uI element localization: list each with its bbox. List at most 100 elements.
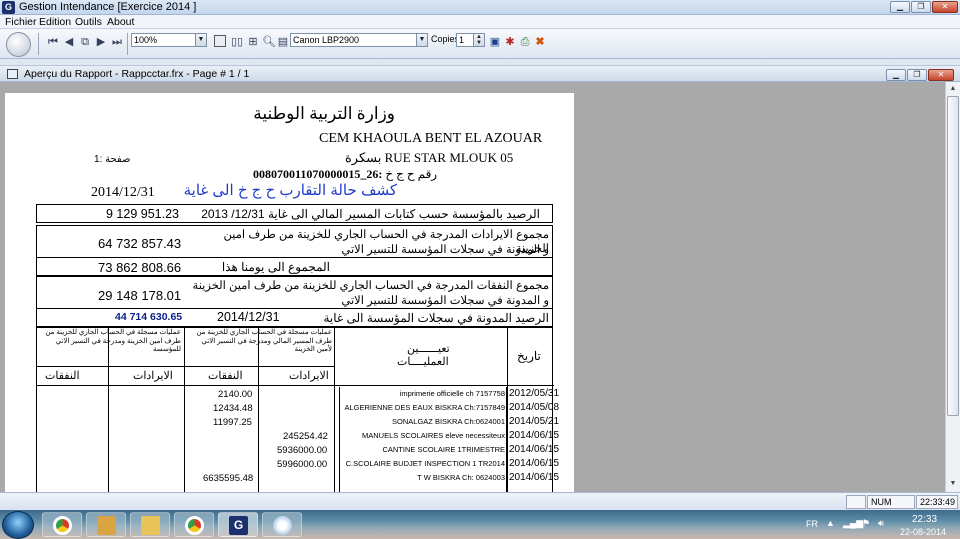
taskbar-gestion[interactable]: G — [218, 512, 258, 537]
zoom-select[interactable]: 100% ▼ — [131, 33, 207, 47]
copy-icon[interactable]: ⧉ — [78, 35, 92, 49]
cell-expense: 12434.48 — [213, 403, 253, 414]
cell-description: T W BISKRA Ch: 0624003 — [417, 473, 505, 482]
menu-bar: Fichier Edition Outils About — [0, 15, 960, 29]
first-page-icon[interactable]: ⏮ — [46, 35, 60, 49]
child-close-button[interactable]: ✕ — [928, 69, 954, 81]
taskbar-chrome[interactable] — [42, 512, 82, 537]
app-icon: G — [2, 1, 15, 14]
child-window-title: Aperçu du Rapport - Rappcctar.frx - Page… — [24, 68, 250, 80]
close-button[interactable]: ✕ — [932, 1, 958, 13]
cell-expense: 6635595.48 — [203, 473, 254, 484]
stepper-arrows-icon[interactable]: ▲ ▼ — [473, 34, 484, 46]
school-name: CEM KHAOULA BENT EL AZOUAR — [319, 131, 543, 146]
group-header-manager: عمليات مسجلة في الحساب الجاري للخزينة من… — [196, 329, 332, 353]
chrome-icon — [53, 516, 72, 535]
account-label: رقم ح ج خ — [385, 167, 438, 181]
row-label-2: و المدونة في سجلات المؤسسة للتسير الاتي — [341, 295, 549, 307]
menu-about[interactable]: About — [107, 16, 134, 28]
cell-description: MANUELS SCOLAIRES eleve necessiteux — [362, 431, 505, 440]
row-value: 29 148 178.01 — [98, 288, 182, 303]
cell-expense: 2140.00 — [218, 389, 253, 400]
column-header-date: تاريخ — [517, 349, 541, 363]
row-label: المجموع الى يومنا هذا — [221, 260, 330, 274]
cell-revenue: 5996000.00 — [277, 459, 328, 470]
page-setup-icon[interactable]: ▤ — [276, 35, 290, 49]
flag-icon[interactable]: ⚑ — [862, 518, 870, 529]
title-bar[interactable]: G Gestion Intendance [Exercice 2014 ] ▁ … — [0, 0, 960, 15]
table-row: 11997.25 SONALGAZ BISKRA Ch:0624001 2014… — [37, 415, 559, 430]
volume-icon[interactable]: 🔊︎ — [878, 518, 884, 529]
previous-page-icon[interactable]: ◀ — [62, 35, 76, 49]
menu-fichier[interactable]: Fichier — [5, 16, 37, 28]
table-row: 2140.00 imprimerie officielle ch 7157758… — [37, 387, 559, 402]
export-icon[interactable]: ✱ — [503, 35, 517, 49]
ministry-title: وزارة التربية الوطنية — [253, 104, 395, 123]
round-action-button[interactable] — [6, 32, 31, 57]
minimize-button[interactable]: ▁ — [890, 1, 910, 13]
child-window-bar[interactable]: Aperçu du Rapport - Rappcctar.frx - Page… — [0, 65, 960, 82]
save-icon[interactable]: ▣ — [488, 35, 502, 49]
windows-start-icon[interactable] — [2, 511, 34, 539]
column-header-operations: العمليــــات — [397, 356, 449, 368]
status-time: 22:33:49 — [916, 495, 958, 509]
operations-table: عمليات مسجلة في الحساب الجاري للخزينة من… — [36, 327, 559, 492]
tray-chevron-icon[interactable]: ▲ — [826, 518, 835, 528]
last-page-icon[interactable]: ⏭ — [110, 35, 124, 49]
row-label: الرصيد بالمؤسسة حسب كتابات المسير المالي… — [201, 207, 540, 221]
column-header-revenues: الايرادات — [289, 370, 329, 382]
cell-revenue: 245254.42 — [283, 431, 328, 442]
row-label-2: و المدونة في سجلات المؤسسة للتسير الاتي — [341, 244, 549, 256]
taskbar-explorer[interactable] — [130, 512, 170, 537]
copies-stepper[interactable]: 1 ▲ ▼ — [456, 33, 485, 47]
language-indicator[interactable]: FR — [806, 519, 818, 529]
gestion-icon: G — [229, 516, 248, 535]
cell-date: 2012/05/31 — [509, 388, 560, 399]
menu-edition[interactable]: Edition — [39, 16, 71, 28]
print-icon[interactable]: ⎙ — [518, 35, 532, 49]
copies-label: Copies — [431, 34, 460, 44]
cell-description: imprimerie officielle ch 7157758 — [399, 389, 505, 398]
column-header-revenues: الايرادات — [133, 370, 173, 382]
cell-date: 2014/06/15 — [509, 430, 560, 441]
group-header-treasurer: عمليات مسجلة في الحساب الجاري للخزينة من… — [45, 329, 181, 353]
table-row: 245254.42 MANUELS SCOLAIRES eleve necess… — [37, 429, 559, 444]
row-date: 2014/12/31 — [217, 310, 280, 324]
close-preview-icon[interactable]: ✖ — [533, 35, 547, 49]
row-label: الرصيد المدونة في سجلات المؤسسة الى غاية — [323, 311, 549, 325]
summary-row: 9 129 951.23 الرصيد بالمؤسسة حسب كتابات … — [36, 204, 553, 223]
row-value: 9 129 951.23 — [106, 207, 179, 221]
status-panel-empty — [846, 495, 866, 509]
chevron-down-icon[interactable]: ▼ — [416, 34, 427, 46]
restore-button[interactable]: ❐ — [911, 1, 931, 13]
column-header-designation: تعيــــــين — [407, 343, 450, 355]
scroll-up-icon[interactable]: ▲ — [947, 83, 959, 95]
menu-outils[interactable]: Outils — [75, 16, 102, 28]
multi-pages-icon[interactable]: ⊞ — [246, 35, 260, 49]
single-page-icon[interactable] — [214, 35, 226, 47]
network-icon[interactable]: ▂▄▆ — [843, 518, 863, 529]
window-title: Gestion Intendance [Exercice 2014 ] — [19, 1, 197, 13]
taskbar-paint[interactable] — [262, 512, 302, 537]
printer-select[interactable]: Canon LBP2900 ▼ — [290, 33, 428, 47]
status-bar: NUM 22:33:49 — [0, 492, 960, 510]
toolbar: ⏮ ◀ ⧉ ▶ ⏭ 100% ▼ ▯▯ ⊞ 🔍︎ ▤ Canon LBP2900… — [0, 29, 960, 59]
zoom-icon[interactable]: 🔍︎ — [262, 35, 276, 49]
address-city: بسكرة — [345, 150, 382, 165]
scroll-thumb[interactable] — [947, 96, 959, 416]
next-page-icon[interactable]: ▶ — [94, 35, 108, 49]
vertical-scrollbar[interactable]: ▲ ▼ — [945, 82, 960, 492]
chevron-down-icon[interactable]: ▼ — [195, 34, 206, 46]
taskbar-app[interactable] — [86, 512, 126, 537]
child-minimize-button[interactable]: ▁ — [886, 69, 906, 81]
taskbar-chrome-2[interactable] — [174, 512, 214, 537]
clock-date[interactable]: 22-08-2014 — [900, 527, 946, 537]
scroll-down-icon[interactable]: ▼ — [947, 478, 959, 490]
child-restore-button[interactable]: ❐ — [907, 69, 927, 81]
status-num: NUM — [867, 495, 915, 509]
report-page: وزارة التربية الوطنية CEM KHAOULA BENT E… — [5, 93, 574, 492]
table-row: 6635595.48 T W BISKRA Ch: 0624003 2014/0… — [37, 471, 559, 486]
two-pages-icon[interactable]: ▯▯ — [230, 35, 244, 49]
report-heading: كشف حالة التقارب ح ج خ الى غاية — [183, 182, 397, 199]
clock-time[interactable]: 22:33 — [912, 514, 937, 525]
